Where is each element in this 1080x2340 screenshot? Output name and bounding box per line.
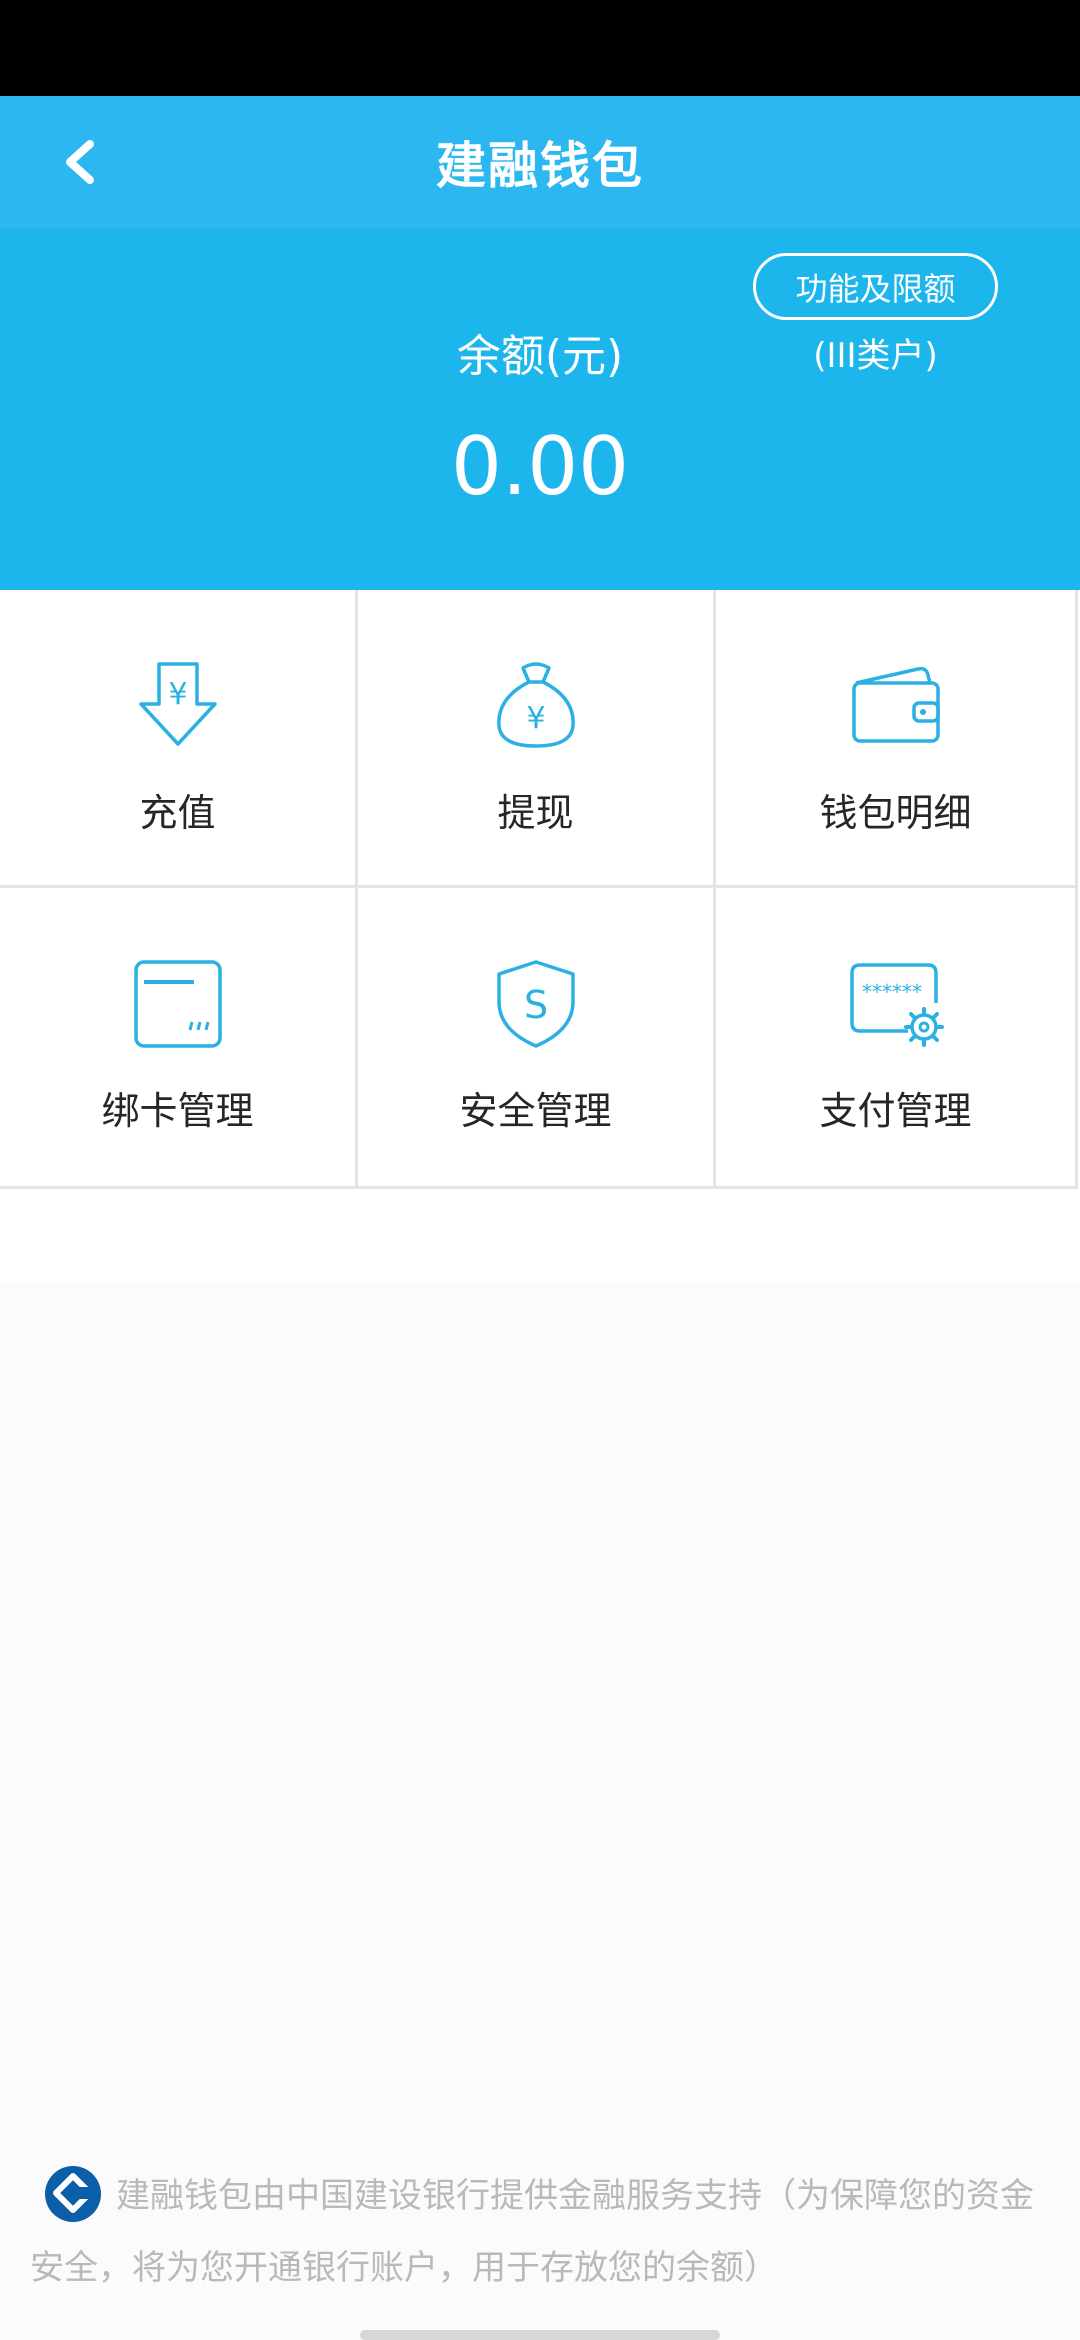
svg-text:S: S <box>523 983 547 1027</box>
svg-text:¥: ¥ <box>168 677 187 712</box>
page-title: 建融钱包 <box>436 137 644 195</box>
balance-panel: 余额(元) 0.00 功能及限额 (III类户) <box>0 228 1080 590</box>
security-shield-icon: S <box>486 954 586 1054</box>
withdraw-money-bag-icon: ¥ <box>486 656 586 756</box>
menu-item-label: 绑卡管理 <box>101 1089 254 1133</box>
menu-item-recharge[interactable]: ¥ 充值 <box>0 590 358 888</box>
menu-item-card-management[interactable]: 绑卡管理 <box>0 888 358 1189</box>
svg-text:******: ****** <box>862 980 922 1004</box>
footer-disclaimer: 建融钱包由中国建设银行提供金融服务支持（为保障您的资金安全，将为您开通银行账户，… <box>30 2160 1050 2304</box>
password-settings-icon: ****** <box>846 954 946 1054</box>
menu-item-withdraw[interactable]: ¥ 提现 <box>358 590 716 888</box>
status-bar <box>0 0 1080 96</box>
menu-item-payment-management[interactable]: ****** 支付管理 <box>716 888 1078 1189</box>
bank-card-icon <box>128 954 228 1054</box>
svg-text:¥: ¥ <box>526 701 545 736</box>
limits-button[interactable]: 功能及限额 <box>753 253 998 320</box>
account-type-label: (III类户) <box>813 336 938 376</box>
menu-item-label: 提现 <box>497 791 574 835</box>
menu-item-label: 钱包明细 <box>819 791 972 835</box>
menu-item-label: 支付管理 <box>819 1089 972 1133</box>
menu-item-label: 安全管理 <box>459 1089 612 1133</box>
back-button[interactable] <box>40 122 120 202</box>
chevron-left-icon <box>66 140 94 184</box>
grid-spacer <box>0 1190 1080 1282</box>
ccb-logo-icon <box>44 2165 102 2223</box>
balance-amount: 0.00 <box>450 420 630 513</box>
menu-item-security-management[interactable]: S 安全管理 <box>358 888 716 1189</box>
wallet-icon <box>846 656 946 756</box>
recharge-icon: ¥ <box>128 656 228 756</box>
app-bar: 建融钱包 <box>0 96 1080 228</box>
menu-item-label: 充值 <box>139 791 216 835</box>
function-grid: ¥ 充值 ¥ 提现 钱包明细 绑卡管理 S 安全管理 ****** 支付管理 <box>0 590 1080 1190</box>
menu-item-wallet-details[interactable]: 钱包明细 <box>716 590 1078 888</box>
home-indicator <box>360 2330 720 2340</box>
footer-text: 建融钱包由中国建设银行提供金融服务支持（为保障您的资金安全，将为您开通银行账户，… <box>30 2176 1034 2288</box>
